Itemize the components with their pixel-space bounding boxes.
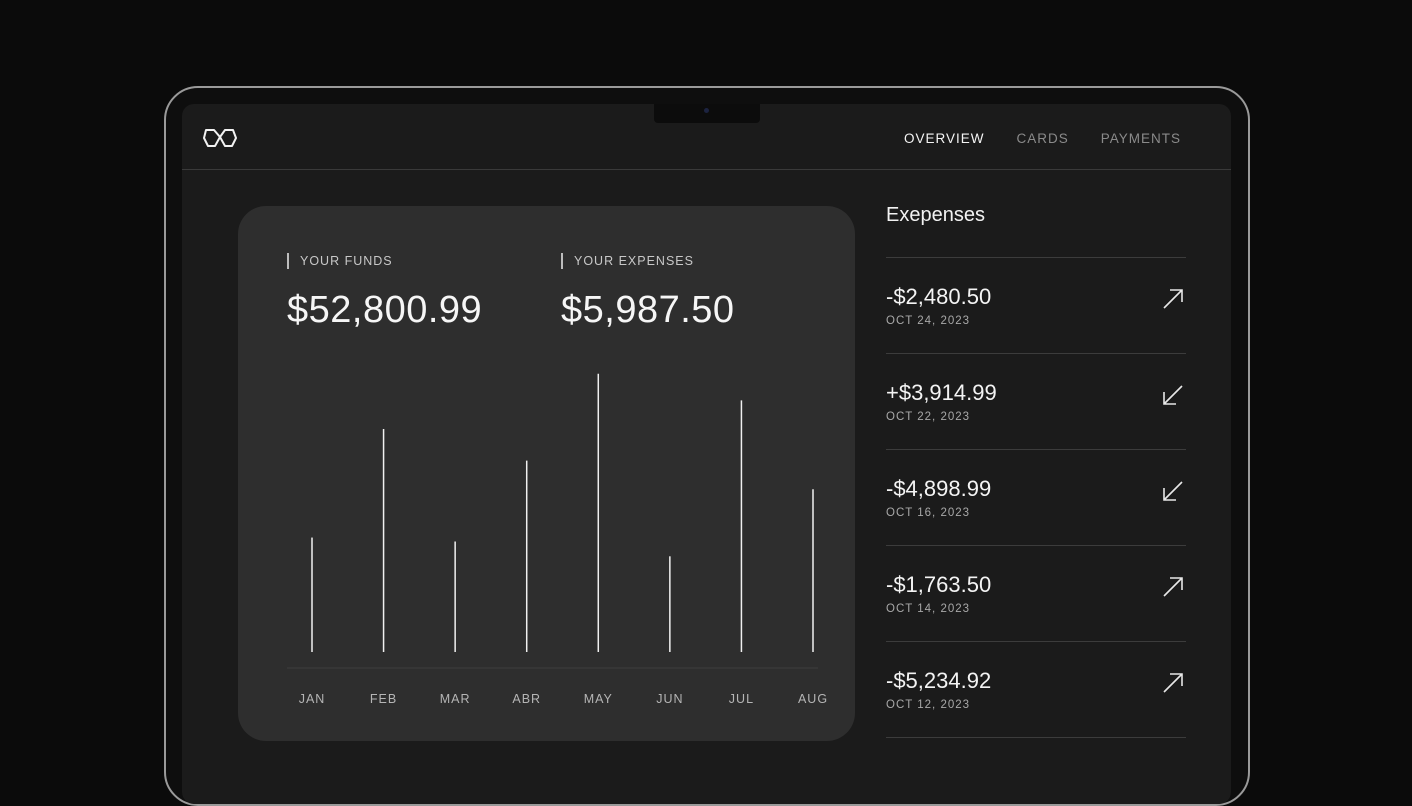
x-tick-label: AUG [798, 692, 828, 706]
x-tick-label: JUN [656, 692, 683, 706]
expenses-panel: Exepenses -$2,480.50 OCT 24, 2023 +$3,914.… [886, 200, 1186, 738]
arrow-down-left-icon [1163, 385, 1183, 405]
top-bar: OVERVIEW CARDS PAYMENTS [182, 104, 1231, 170]
expense-row[interactable]: -$5,234.92 OCT 12, 2023 [886, 642, 1186, 738]
expenses-list: -$2,480.50 OCT 24, 2023 +$3,914.99 OCT 22, … [886, 257, 1186, 738]
expense-amount: -$4,898.99 [886, 476, 992, 501]
expense-row[interactable]: +$3,914.99 OCT 22, 2023 [886, 354, 1186, 450]
expense-date: OCT 16, 2023 [886, 507, 971, 519]
x-tick-label: JUL [729, 692, 754, 706]
expense-amount: +$3,914.99 [886, 380, 997, 405]
arrow-up-right-icon [1163, 577, 1183, 597]
expense-date: OCT 12, 2023 [886, 699, 971, 711]
x-tick-label: FEB [370, 692, 397, 706]
expense-row[interactable]: -$1,763.50 OCT 14, 2023 [886, 546, 1186, 642]
funds-card: YOUR FUNDS $52,800.99 YOUR EXPENSES $5,9… [238, 206, 855, 741]
x-tick-label: MAR [440, 692, 471, 706]
expense-row[interactable]: -$4,898.99 OCT 16, 2023 [886, 450, 1186, 546]
x-tick-label: ABR [512, 692, 541, 706]
arrow-up-right-icon [1163, 289, 1183, 309]
arrow-down-left-icon [1163, 481, 1183, 501]
monthly-bar-chart: JAN FEB MAR ABR MAY JUN JUL AUG [287, 373, 828, 706]
main-nav: OVERVIEW CARDS PAYMENTS [904, 131, 1181, 146]
expense-date: OCT 14, 2023 [886, 603, 971, 615]
expense-row[interactable]: -$2,480.50 OCT 24, 2023 [886, 258, 1186, 354]
expense-amount: -$1,763.50 [886, 572, 992, 597]
app-screen: OVERVIEW CARDS PAYMENTS YOUR FUNDS $52,8… [182, 104, 1231, 804]
logo-icon[interactable] [203, 128, 237, 148]
expense-date: OCT 22, 2023 [886, 411, 971, 423]
nav-payments[interactable]: PAYMENTS [1101, 131, 1181, 146]
nav-overview[interactable]: OVERVIEW [904, 131, 985, 146]
x-tick-label: JAN [299, 692, 326, 706]
nav-cards[interactable]: CARDS [1016, 131, 1068, 146]
expense-amount: -$2,480.50 [886, 284, 992, 309]
expense-amount: -$5,234.92 [886, 668, 992, 693]
expenses-title: Exepenses [886, 204, 985, 226]
expense-date: OCT 24, 2023 [886, 315, 971, 327]
x-tick-label: MAY [584, 692, 613, 706]
arrow-up-right-icon [1163, 673, 1183, 693]
